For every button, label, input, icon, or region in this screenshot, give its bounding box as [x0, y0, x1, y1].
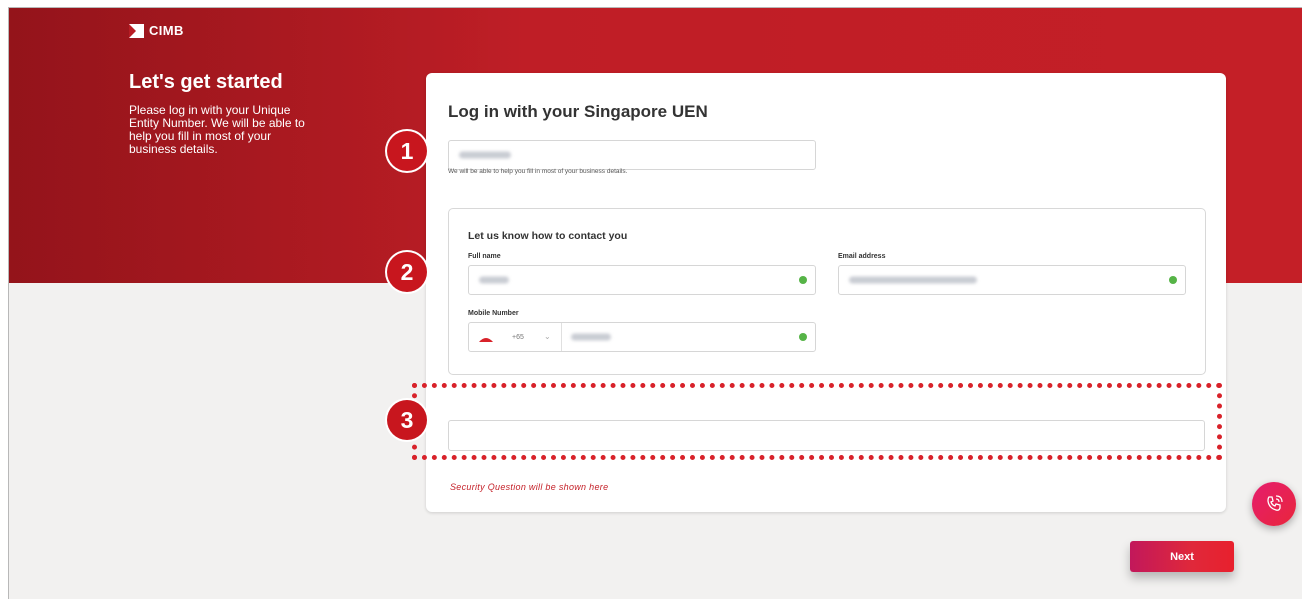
singapore-flag-icon: [479, 338, 493, 342]
mobile-divider: [561, 323, 562, 351]
step-badge-1: 1: [387, 131, 427, 171]
contact-section: Let us know how to contact you Full name…: [448, 208, 1206, 375]
full-name-value-redacted: [479, 276, 509, 284]
intro-panel: Let's get started Please log in with you…: [129, 71, 319, 156]
country-code[interactable]: +65: [512, 334, 524, 341]
contact-title: Let us know how to contact you: [468, 230, 628, 242]
email-label: Email address: [838, 253, 886, 260]
next-button[interactable]: Next: [1130, 541, 1234, 572]
email-valid-icon: [1169, 276, 1177, 284]
full-name-valid-icon: [799, 276, 807, 284]
uen-value-redacted: [459, 151, 511, 159]
uen-hint: We will be able to help you fill in most…: [448, 168, 628, 175]
email-value-redacted: [849, 276, 977, 284]
cimb-logo[interactable]: CIMB: [129, 23, 184, 38]
mobile-value-redacted: [571, 333, 611, 341]
mobile-input[interactable]: +65 ⌄: [468, 322, 816, 352]
intro-heading: Let's get started: [129, 71, 283, 93]
security-question-note: Security Question will be shown here: [450, 482, 609, 492]
call-button[interactable]: [1252, 482, 1296, 526]
cimb-logo-icon: [129, 23, 144, 38]
uen-input[interactable]: [448, 140, 816, 170]
full-name-input[interactable]: [468, 265, 816, 295]
mobile-valid-icon: [799, 333, 807, 341]
mobile-label: Mobile Number: [468, 310, 519, 317]
brand-name: CIMB: [149, 23, 184, 38]
app-frame: CIMB Let's get started Please log in wit…: [8, 7, 1302, 599]
step-badge-3: 3: [387, 400, 427, 440]
step-badge-2: 2: [387, 252, 427, 292]
security-question-highlight: [412, 383, 1222, 460]
intro-text: Please log in with your Unique Entity Nu…: [129, 103, 305, 156]
form-title: Log in with your Singapore UEN: [448, 102, 708, 121]
phone-icon: [1267, 495, 1283, 511]
email-input[interactable]: [838, 265, 1186, 295]
full-name-label: Full name: [468, 253, 501, 260]
chevron-down-icon[interactable]: ⌄: [544, 332, 551, 341]
